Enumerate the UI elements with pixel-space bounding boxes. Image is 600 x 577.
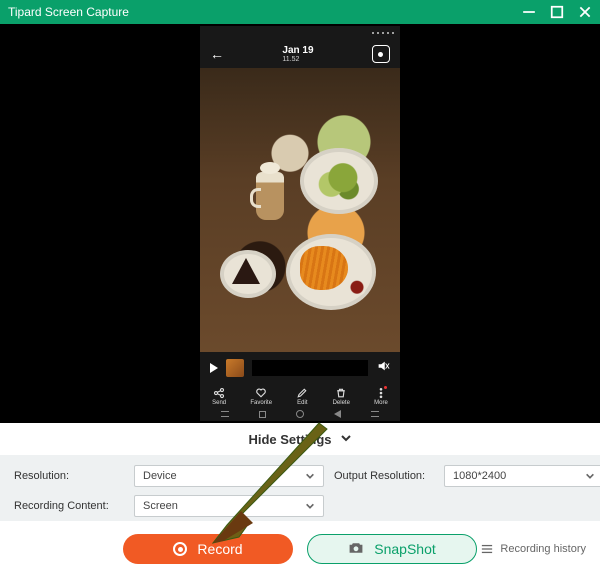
nav-overview-icon[interactable] [259,411,266,418]
record-label: Record [197,541,242,557]
chevron-down-icon [305,501,315,511]
snapshot-button[interactable]: SnapShot [307,534,477,564]
maximize-button[interactable] [550,5,564,19]
phone-navbar [200,407,400,421]
recording-history-link[interactable]: Recording history [480,543,586,555]
snapshot-label: SnapShot [374,541,436,557]
salad-plate [300,148,378,214]
more-label: More [374,400,388,406]
favorite-label: Favorite [250,400,272,406]
chevron-down-icon [585,471,595,481]
hide-settings-label: Hide Settings [248,432,331,447]
edit-button[interactable]: Edit [296,387,308,406]
mute-icon[interactable] [376,359,390,378]
phone-photo [200,68,400,352]
phone-header: ← Jan 19 11.52 [200,40,400,68]
delete-label: Delete [333,400,350,406]
phone-date-main: Jan 19 [282,45,313,56]
history-icon [480,543,494,555]
recording-content-label: Recording Content: [14,500,124,512]
close-button[interactable] [578,5,592,19]
resolution-label: Resolution: [14,470,124,482]
nav-recent-icon[interactable] [221,410,229,418]
phone-mirror: ← Jan 19 11.52 Send [200,26,400,421]
play-icon[interactable] [210,363,218,373]
progress-track[interactable] [252,360,368,376]
camera-icon [348,541,364,558]
recording-history-label: Recording history [500,543,586,555]
window-controls [522,5,592,19]
output-resolution-value: 1080*2400 [453,470,506,482]
nav-back-icon[interactable] [334,410,341,418]
recording-content-select[interactable]: Screen [134,495,324,517]
focus-icon[interactable] [372,45,390,63]
phone-date: Jan 19 11.52 [282,45,313,64]
action-bar: Record SnapShot Recording history [0,521,600,577]
phone-action-row: Send Favorite Edit Delete More [200,382,400,410]
share-button[interactable]: Send [212,387,226,406]
recording-content-value: Screen [143,500,178,512]
chevron-down-icon [340,432,352,447]
phone-date-sub: 11.52 [282,56,313,64]
record-button[interactable]: Record [123,534,293,564]
preview-area: ← Jan 19 11.52 Send [0,24,600,423]
phone-playback-row [200,356,400,380]
output-resolution-select[interactable]: 1080*2400 [444,465,600,487]
share-label: Send [212,400,226,406]
back-icon[interactable]: ← [210,46,224,62]
more-button[interactable]: More [374,387,388,406]
app-title: Tipard Screen Capture [8,5,129,19]
edit-label: Edit [297,400,307,406]
hide-settings-toggle[interactable]: Hide Settings [0,423,600,455]
resolution-select[interactable]: Device [134,465,324,487]
fries-plate [286,234,376,310]
window-titlebar: Tipard Screen Capture [0,0,600,24]
coffee-glass [256,172,284,220]
chevron-down-icon [305,471,315,481]
phone-statusbar [200,26,400,40]
cake-plate [220,250,276,298]
record-icon [173,542,187,556]
resolution-value: Device [143,470,177,482]
nav-extra-icon[interactable] [371,410,379,418]
minimize-button[interactable] [522,5,536,19]
phone-status-icons [372,32,394,34]
nav-home-icon[interactable] [296,410,304,418]
favorite-button[interactable]: Favorite [250,387,272,406]
video-thumbnail[interactable] [226,359,244,377]
settings-panel: Resolution: Device Output Resolution: 10… [0,455,600,521]
delete-button[interactable]: Delete [333,387,350,406]
output-resolution-label: Output Resolution: [334,470,434,482]
